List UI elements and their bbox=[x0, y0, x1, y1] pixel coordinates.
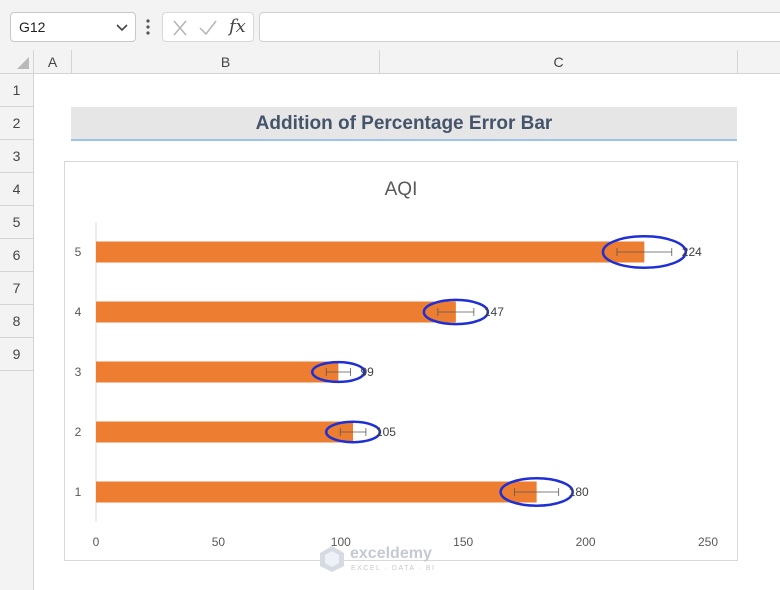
select-all-corner[interactable] bbox=[0, 50, 34, 74]
chart-title: AQI bbox=[385, 179, 418, 200]
row-header-3[interactable]: 3 bbox=[0, 140, 34, 173]
category-label-2: 2 bbox=[75, 425, 82, 439]
data-label-1: 180 bbox=[569, 485, 589, 499]
row-header-7[interactable]: 7 bbox=[0, 272, 34, 305]
x-tick-label-0: 0 bbox=[93, 535, 100, 549]
column-header-c[interactable]: C bbox=[380, 50, 738, 74]
x-tick-label-250: 250 bbox=[698, 535, 718, 549]
data-label-2: 105 bbox=[376, 425, 396, 439]
category-label-1: 1 bbox=[75, 485, 82, 499]
row-header-8[interactable]: 8 bbox=[0, 305, 34, 338]
exceldemy-logo-icon bbox=[320, 546, 344, 572]
bar-2 bbox=[96, 421, 354, 443]
insert-function-icon[interactable]: fx bbox=[229, 16, 246, 37]
sheet-title: Addition of Percentage Error Bar bbox=[71, 107, 737, 141]
data-label-4: 147 bbox=[484, 305, 504, 319]
category-label-3: 3 bbox=[75, 365, 82, 379]
cancel-icon[interactable] bbox=[169, 18, 191, 38]
bar-3 bbox=[96, 361, 339, 383]
column-header-a[interactable]: A bbox=[34, 50, 72, 74]
watermark-tagline: EXCEL · DATA · BI bbox=[351, 565, 436, 572]
row-header-filler bbox=[0, 371, 34, 590]
formula-bar: G12 fx bbox=[0, 0, 780, 50]
watermark-name: exceldemy bbox=[350, 545, 432, 562]
formula-input[interactable] bbox=[259, 12, 780, 42]
x-tick-label-50: 50 bbox=[212, 535, 226, 549]
aqi-bar-chart: AQI0 50 100 150 200 2501 1802 1053 994 1475 224 bbox=[75, 179, 719, 549]
name-box-value: G12 bbox=[19, 19, 46, 35]
chevron-down-icon[interactable] bbox=[113, 17, 131, 37]
row-header-1[interactable]: 1 bbox=[0, 74, 34, 107]
bar-1 bbox=[96, 481, 537, 503]
name-box[interactable]: G12 bbox=[10, 12, 136, 42]
more-options-icon[interactable] bbox=[144, 14, 152, 40]
bar-5 bbox=[96, 241, 645, 263]
x-tick-label-200: 200 bbox=[576, 535, 596, 549]
row-header-6[interactable]: 6 bbox=[0, 239, 34, 272]
category-label-5: 5 bbox=[75, 245, 82, 259]
category-label-4: 4 bbox=[75, 305, 82, 319]
select-all-triangle-icon bbox=[17, 57, 29, 69]
chart-area[interactable]: AQI 0 50 100 150 200 250 1 180 2 105 3 99 4 147 5 224 bbox=[64, 161, 738, 561]
data-label-5: 224 bbox=[682, 245, 702, 259]
formula-controls: fx bbox=[162, 12, 254, 42]
row-header-4[interactable]: 4 bbox=[0, 173, 34, 206]
row-header-9[interactable]: 9 bbox=[0, 338, 34, 371]
bar-4 bbox=[96, 301, 456, 323]
row-header-5[interactable]: 5 bbox=[0, 206, 34, 239]
data-label-3: 99 bbox=[360, 365, 374, 379]
column-header-b[interactable]: B bbox=[72, 50, 380, 74]
column-header-next[interactable] bbox=[738, 50, 780, 74]
enter-check-icon[interactable] bbox=[197, 18, 219, 38]
row-header-2[interactable]: 2 bbox=[0, 107, 34, 140]
exceldemy-watermark: exceldemy EXCEL · DATA · BI bbox=[318, 543, 458, 577]
